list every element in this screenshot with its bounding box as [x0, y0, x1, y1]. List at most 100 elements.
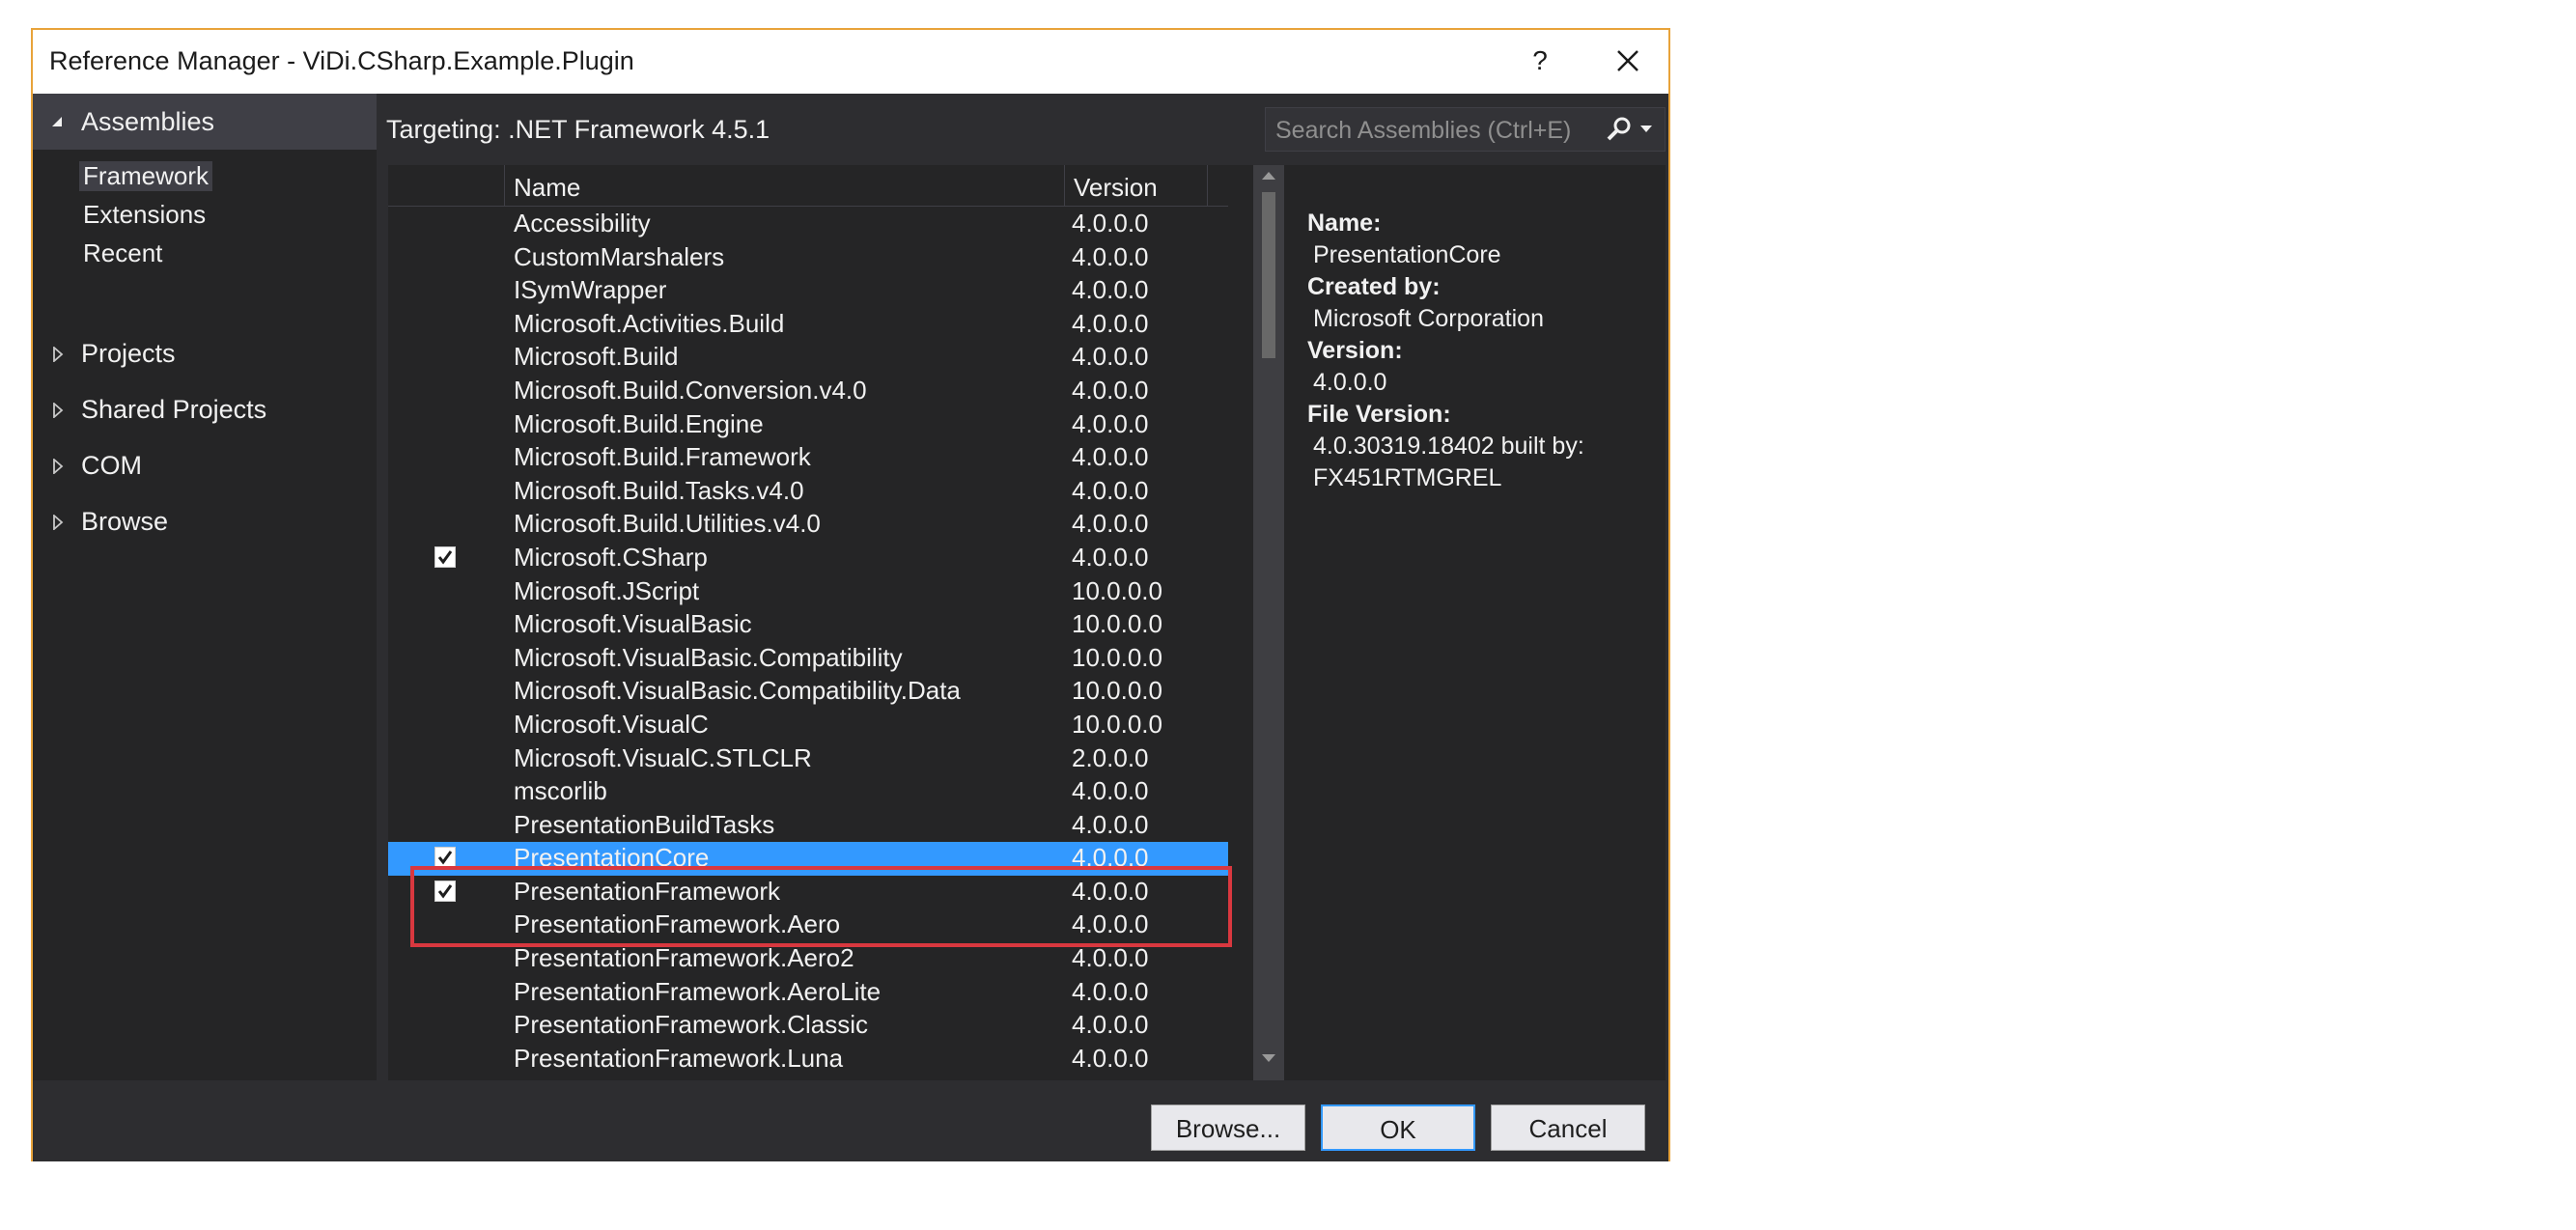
nav-projects[interactable]: Projects	[33, 333, 377, 376]
scroll-up-arrow-icon[interactable]	[1261, 171, 1276, 181]
ok-button[interactable]: OK	[1321, 1104, 1475, 1151]
table-row[interactable]: Microsoft.VisualBasic.Compatibility 10.0.…	[388, 642, 1228, 676]
table-row[interactable]: Microsoft.CSharp 4.0.0.0	[388, 542, 1228, 575]
detail-file-version-value: 4.0.30319.18402 built by:	[1313, 433, 1584, 460]
nav-framework[interactable]: Framework	[79, 161, 213, 191]
table-row[interactable]: Microsoft.Build.Utilities.v4.0 4.0.0.0	[388, 508, 1228, 542]
search-input[interactable]	[1266, 108, 1606, 153]
row-name: Microsoft.CSharp	[514, 542, 708, 572]
table-row[interactable]: PresentationFramework.AeroLite 4.0.0.0	[388, 976, 1228, 1010]
row-name: ISymWrapper	[514, 275, 667, 305]
row-version: 4.0.0.0	[1072, 308, 1149, 338]
detail-created-by-value: Microsoft Corporation	[1313, 305, 1544, 332]
table-row[interactable]: Microsoft.Activities.Build 4.0.0.0	[388, 308, 1228, 342]
search-icon[interactable]	[1606, 116, 1633, 143]
row-checkbox[interactable]	[434, 545, 456, 568]
row-version: 10.0.0.0	[1072, 676, 1162, 706]
table-row[interactable]: Microsoft.VisualBasic.Compatibility.Data…	[388, 675, 1228, 709]
row-version: 10.0.0.0	[1072, 609, 1162, 639]
row-version: 4.0.0.0	[1072, 1010, 1149, 1040]
table-row[interactable]: PresentationCore 4.0.0.0	[388, 842, 1228, 876]
list-rows: Accessibility 4.0.0.0 CustomMarshalers 4.0.…	[388, 208, 1228, 1076]
table-row[interactable]: Microsoft.Build.Framework 4.0.0.0	[388, 441, 1228, 475]
row-name: Accessibility	[514, 209, 651, 238]
details-panel: Name: PresentationCore Created by: Micro…	[1284, 165, 1666, 1080]
table-row[interactable]: mscorlib 4.0.0.0	[388, 775, 1228, 809]
close-icon	[1617, 50, 1638, 71]
nav-recent[interactable]: Recent	[83, 238, 162, 268]
table-row[interactable]: ISymWrapper 4.0.0.0	[388, 274, 1228, 308]
column-separator[interactable]	[504, 165, 505, 206]
row-name: CustomMarshalers	[514, 241, 725, 271]
row-name: PresentationFramework.Classic	[514, 1010, 869, 1040]
row-version: 4.0.0.0	[1072, 342, 1149, 372]
nav-shared-projects[interactable]: Shared Projects	[33, 389, 377, 432]
assemblies-list: Name Version Accessibility 4.0.0.0 CustomM…	[388, 165, 1253, 1080]
close-button[interactable]	[1605, 42, 1651, 80]
browse-button[interactable]: Browse...	[1151, 1104, 1305, 1151]
row-version: 4.0.0.0	[1072, 943, 1149, 973]
row-version: 4.0.0.0	[1072, 442, 1149, 472]
expanded-arrow-icon	[52, 117, 62, 126]
nav-projects-label: Projects	[81, 339, 176, 368]
collapsed-arrow-icon	[53, 403, 64, 418]
row-checkbox[interactable]	[434, 847, 456, 869]
row-version: 4.0.0.0	[1072, 1043, 1149, 1073]
row-name: Microsoft.VisualC.STLCLR	[514, 742, 812, 772]
table-row[interactable]: PresentationFramework 4.0.0.0	[388, 876, 1228, 909]
row-name: PresentationCore	[514, 843, 710, 873]
table-row[interactable]: Microsoft.Build.Tasks.v4.0 4.0.0.0	[388, 475, 1228, 509]
window-title: Reference Manager - ViDi.CSharp.Example.…	[49, 46, 634, 75]
table-row[interactable]: PresentationFramework.Aero2 4.0.0.0	[388, 942, 1228, 976]
scroll-thumb[interactable]	[1262, 192, 1275, 358]
row-name: PresentationFramework.Aero	[514, 909, 841, 939]
table-row[interactable]: Microsoft.JScript 10.0.0.0	[388, 575, 1228, 609]
table-row[interactable]: PresentationFramework.Classic 4.0.0.0	[388, 1009, 1228, 1043]
row-version: 4.0.0.0	[1072, 909, 1149, 939]
column-separator[interactable]	[1064, 165, 1065, 206]
table-row[interactable]: Microsoft.VisualC.STLCLR 2.0.0.0	[388, 742, 1228, 776]
table-row[interactable]: Microsoft.Build.Engine 4.0.0.0	[388, 408, 1228, 442]
table-row[interactable]: Microsoft.VisualC 10.0.0.0	[388, 709, 1228, 742]
help-button[interactable]: ?	[1521, 43, 1559, 78]
nav-com[interactable]: COM	[33, 445, 377, 488]
list-header: Name Version	[388, 165, 1228, 207]
table-row[interactable]: Microsoft.Build.Conversion.v4.0 4.0.0.0	[388, 375, 1228, 408]
table-row[interactable]: CustomMarshalers 4.0.0.0	[388, 241, 1228, 275]
detail-file-version-label: File Version:	[1307, 401, 1451, 428]
vertical-scrollbar[interactable]	[1253, 165, 1284, 1080]
dropdown-arrow-icon[interactable]	[1640, 126, 1652, 133]
row-version: 4.0.0.0	[1072, 209, 1149, 238]
row-name: Microsoft.Build.Utilities.v4.0	[514, 509, 821, 539]
row-version: 4.0.0.0	[1072, 475, 1149, 505]
table-row[interactable]: Microsoft.VisualBasic 10.0.0.0	[388, 608, 1228, 642]
row-version: 4.0.0.0	[1072, 809, 1149, 839]
column-header-name[interactable]: Name	[514, 173, 580, 203]
row-checkbox[interactable]	[434, 880, 456, 902]
nav-browse-label: Browse	[81, 507, 169, 536]
table-row[interactable]: Accessibility 4.0.0.0	[388, 208, 1228, 241]
row-name: Microsoft.VisualBasic	[514, 609, 752, 639]
row-version: 4.0.0.0	[1072, 241, 1149, 271]
row-version: 4.0.0.0	[1072, 843, 1149, 873]
checkmark-icon	[437, 550, 453, 565]
table-row[interactable]: Microsoft.Build 4.0.0.0	[388, 341, 1228, 375]
detail-version-label: Version:	[1307, 337, 1403, 364]
cancel-button[interactable]: Cancel	[1491, 1104, 1645, 1151]
table-row[interactable]: PresentationFramework.Luna 4.0.0.0	[388, 1043, 1228, 1076]
column-separator[interactable]	[1207, 165, 1208, 206]
nav-com-label: COM	[81, 451, 142, 480]
scroll-down-arrow-icon[interactable]	[1261, 1053, 1276, 1063]
nav-extensions[interactable]: Extensions	[83, 200, 206, 230]
row-name: Microsoft.Build.Framework	[514, 442, 811, 472]
checkmark-icon	[437, 851, 453, 865]
detail-version-value: 4.0.0.0	[1313, 369, 1387, 396]
detail-file-version-build: FX451RTMGREL	[1313, 464, 1502, 491]
column-header-version[interactable]: Version	[1074, 173, 1158, 203]
nav-assemblies[interactable]: Assemblies	[33, 94, 377, 150]
nav-browse[interactable]: Browse	[33, 501, 377, 544]
row-version: 10.0.0.0	[1072, 642, 1162, 672]
table-row[interactable]: PresentationFramework.Aero 4.0.0.0	[388, 909, 1228, 942]
table-row[interactable]: PresentationBuildTasks 4.0.0.0	[388, 809, 1228, 843]
row-version: 4.0.0.0	[1072, 776, 1149, 806]
